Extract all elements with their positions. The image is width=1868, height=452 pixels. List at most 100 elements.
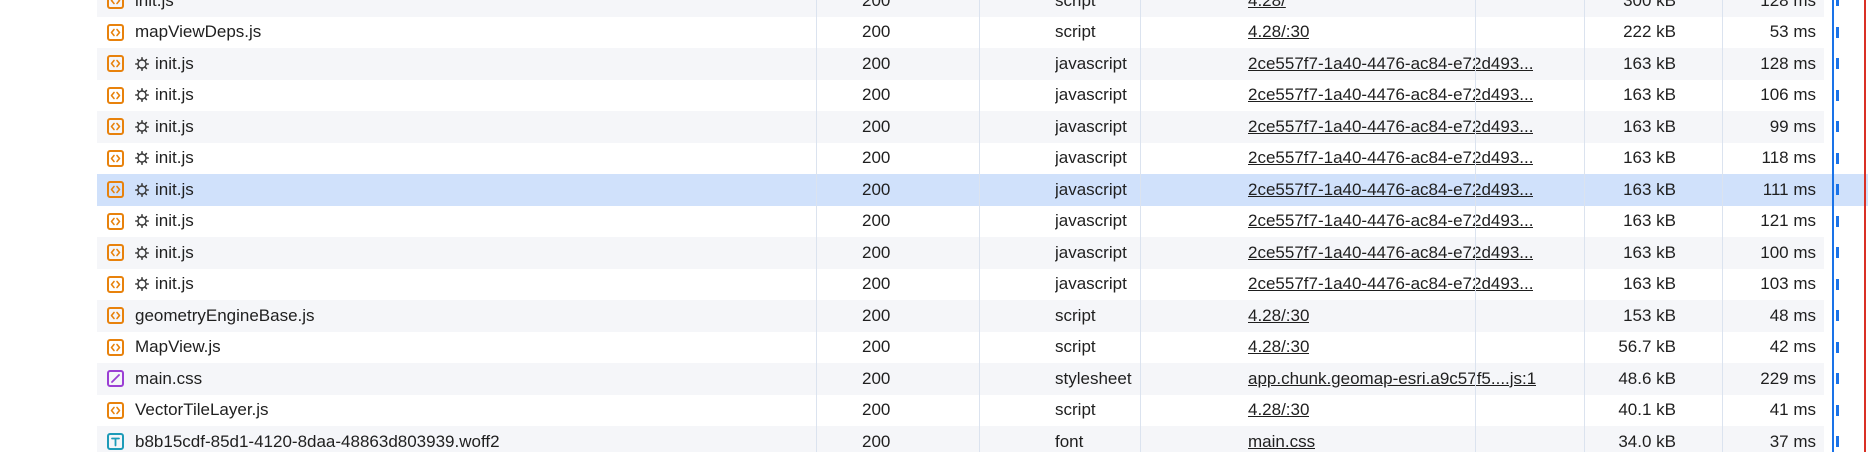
- timeline-request-bar: [1836, 310, 1839, 321]
- request-name: init.js: [155, 85, 194, 105]
- request-type: script: [1055, 400, 1096, 420]
- request-time: 42 ms: [1769, 337, 1816, 357]
- request-size: 222 kB: [1623, 22, 1676, 42]
- request-type: script: [1055, 22, 1096, 42]
- request-status: 200: [862, 148, 891, 168]
- request-time: 37 ms: [1769, 431, 1816, 451]
- request-row[interactable]: mapViewDeps.js 200 script 4.28/:30 222 kB 53 …: [97, 16, 1824, 48]
- request-row[interactable]: geometryEngineBase.js 200 script 4.28/:30 15…: [97, 300, 1824, 332]
- initiator-link[interactable]: 2ce557f7-1a40-4476-ac84-e72d493...: [1248, 148, 1533, 168]
- script-file-icon: [107, 244, 124, 262]
- timeline-request-bar: [1836, 184, 1839, 195]
- request-size: 34.0 kB: [1618, 431, 1676, 451]
- request-initiator-cell: 4.28/:30: [1248, 395, 1563, 427]
- script-file-icon: [107, 338, 124, 356]
- request-size: 153 kB: [1623, 305, 1676, 325]
- request-time: 48 ms: [1769, 305, 1816, 325]
- request-row[interactable]: init.js 200 javascript 2ce557f7-1a40-4476-a…: [97, 111, 1824, 143]
- request-name: main.css: [135, 368, 203, 388]
- initiator-link[interactable]: app.chunk.geomap-esri.a9c57f5....js:1: [1248, 369, 1536, 389]
- request-name-cell: init.js: [107, 48, 852, 80]
- request-status: 200: [862, 337, 891, 357]
- request-row[interactable]: init.js 200 javascript 2ce557f7-1a40-4476-a…: [97, 268, 1824, 301]
- column-divider: [816, 0, 817, 452]
- request-row[interactable]: init.js 200 script 4.28/300 kB 128 ms: [97, 0, 1824, 17]
- request-initiator-cell: 2ce557f7-1a40-4476-ac84-e72d493...: [1248, 80, 1563, 112]
- timeline-request-bar: [1836, 58, 1839, 69]
- initiator-link[interactable]: 4.28/:30: [1248, 22, 1309, 42]
- initiator-link[interactable]: main.css: [1248, 432, 1315, 452]
- column-divider: [1584, 0, 1585, 452]
- request-row[interactable]: init.js 200 javascript 2ce557f7-1a40-4476-a…: [97, 205, 1824, 238]
- script-file-icon: [107, 55, 124, 73]
- request-row[interactable]: MapView.js 200 script 4.28/:30 56.7 kB 42 ms: [97, 331, 1824, 364]
- request-status: 200: [862, 305, 891, 325]
- request-initiator-cell: app.chunk.geomap-esri.a9c57f5....js:1: [1248, 363, 1563, 395]
- request-status: 200: [862, 179, 891, 199]
- request-row[interactable]: init.js 200 javascript 2ce557f7-1a40-4476-a…: [97, 48, 1824, 80]
- request-name-cell: init.js: [107, 269, 852, 301]
- initiator-link[interactable]: 2ce557f7-1a40-4476-ac84-e72d493...: [1248, 85, 1533, 105]
- initiator-link[interactable]: 2ce557f7-1a40-4476-ac84-e72d493...: [1248, 54, 1533, 74]
- initiator-link[interactable]: 2ce557f7-1a40-4476-ac84-e72d493...: [1248, 274, 1533, 294]
- request-time: 121 ms: [1760, 211, 1816, 231]
- request-row[interactable]: init.js 200 javascript 2ce557f7-1a40-4476-a…: [97, 79, 1824, 112]
- timeline-request-bar: [1836, 247, 1839, 258]
- script-file-icon: [107, 212, 124, 230]
- timeline-dom-content-loaded-line: [1832, 0, 1834, 452]
- initiator-link[interactable]: 2ce557f7-1a40-4476-ac84-e72d493...: [1248, 117, 1533, 137]
- request-row[interactable]: VectorTileLayer.js 200 script 4.28/:30 40.1 …: [97, 394, 1824, 427]
- script-file-icon: [107, 307, 124, 325]
- script-file-icon: [107, 275, 124, 293]
- request-name: b8b15cdf-85d1-4120-8daa-48863d803939.wof…: [135, 431, 500, 451]
- request-row[interactable]: init.js 200 javascript 2ce557f7-1a40-4476-a…: [97, 142, 1824, 175]
- network-panel: init.js 200 script 4.28/300 kB 128 ms mapView…: [0, 0, 1868, 452]
- request-size: 40.1 kB: [1618, 400, 1676, 420]
- request-size: 163 kB: [1623, 179, 1676, 199]
- request-type: javascript: [1055, 211, 1127, 231]
- initiator-link[interactable]: 2ce557f7-1a40-4476-ac84-e72d493...: [1248, 180, 1533, 200]
- initiator-link[interactable]: 2ce557f7-1a40-4476-ac84-e72d493...: [1248, 243, 1533, 263]
- request-status: 200: [862, 400, 891, 420]
- timeline-request-bar: [1836, 121, 1839, 132]
- request-status: 200: [862, 22, 891, 42]
- request-row[interactable]: init.js 200 javascript 2ce557f7-1a40-4476-a…: [97, 237, 1824, 269]
- timeline-request-bar: [1836, 26, 1839, 38]
- request-name-cell: init.js: [107, 143, 852, 175]
- service-worker-gear-icon: [135, 182, 155, 197]
- request-size: 163 kB: [1623, 116, 1676, 136]
- service-worker-gear-icon: [135, 88, 155, 103]
- request-name: mapViewDeps.js: [135, 22, 262, 42]
- waterfall-timeline[interactable]: [1824, 0, 1868, 452]
- initiator-link[interactable]: 4.28/:30: [1248, 306, 1309, 326]
- request-name: init.js: [155, 274, 194, 294]
- request-size: 300 kB: [1623, 0, 1676, 10]
- request-name: init.js: [135, 0, 174, 10]
- timeline-request-bar: [1836, 436, 1839, 447]
- script-file-icon: [107, 86, 124, 104]
- column-divider: [979, 0, 980, 452]
- request-name-cell: geometryEngineBase.js: [107, 300, 852, 332]
- request-name-cell: MapView.js: [107, 332, 852, 364]
- request-initiator-cell: 2ce557f7-1a40-4476-ac84-e72d493...: [1248, 111, 1563, 143]
- request-time: 229 ms: [1760, 368, 1816, 388]
- service-worker-gear-icon: [135, 119, 155, 134]
- request-row[interactable]: init.js 200 javascript 2ce557f7-1a40-4476-a…: [97, 174, 1824, 206]
- request-name-cell: init.js: [107, 206, 852, 238]
- request-initiator-cell: 2ce557f7-1a40-4476-ac84-e72d493...: [1248, 48, 1563, 80]
- request-time: 106 ms: [1760, 85, 1816, 105]
- request-time: 100 ms: [1760, 242, 1816, 262]
- request-row[interactable]: b8b15cdf-85d1-4120-8daa-48863d803939.wof…: [97, 426, 1824, 452]
- request-name: VectorTileLayer.js: [135, 400, 269, 420]
- request-row[interactable]: main.css 200 stylesheet app.chunk.geomap-es…: [97, 363, 1824, 395]
- request-type: javascript: [1055, 53, 1127, 73]
- initiator-link[interactable]: 4.28/: [1248, 0, 1286, 11]
- timeline-request-bar: [1836, 215, 1839, 227]
- initiator-link[interactable]: 2ce557f7-1a40-4476-ac84-e72d493...: [1248, 211, 1533, 231]
- initiator-link[interactable]: 4.28/:30: [1248, 337, 1309, 357]
- request-name: init.js: [155, 242, 194, 262]
- initiator-link[interactable]: 4.28/:30: [1248, 400, 1309, 420]
- request-time: 41 ms: [1769, 400, 1816, 420]
- timeline-request-bar: [1836, 404, 1839, 416]
- request-initiator-cell: 2ce557f7-1a40-4476-ac84-e72d493...: [1248, 174, 1563, 206]
